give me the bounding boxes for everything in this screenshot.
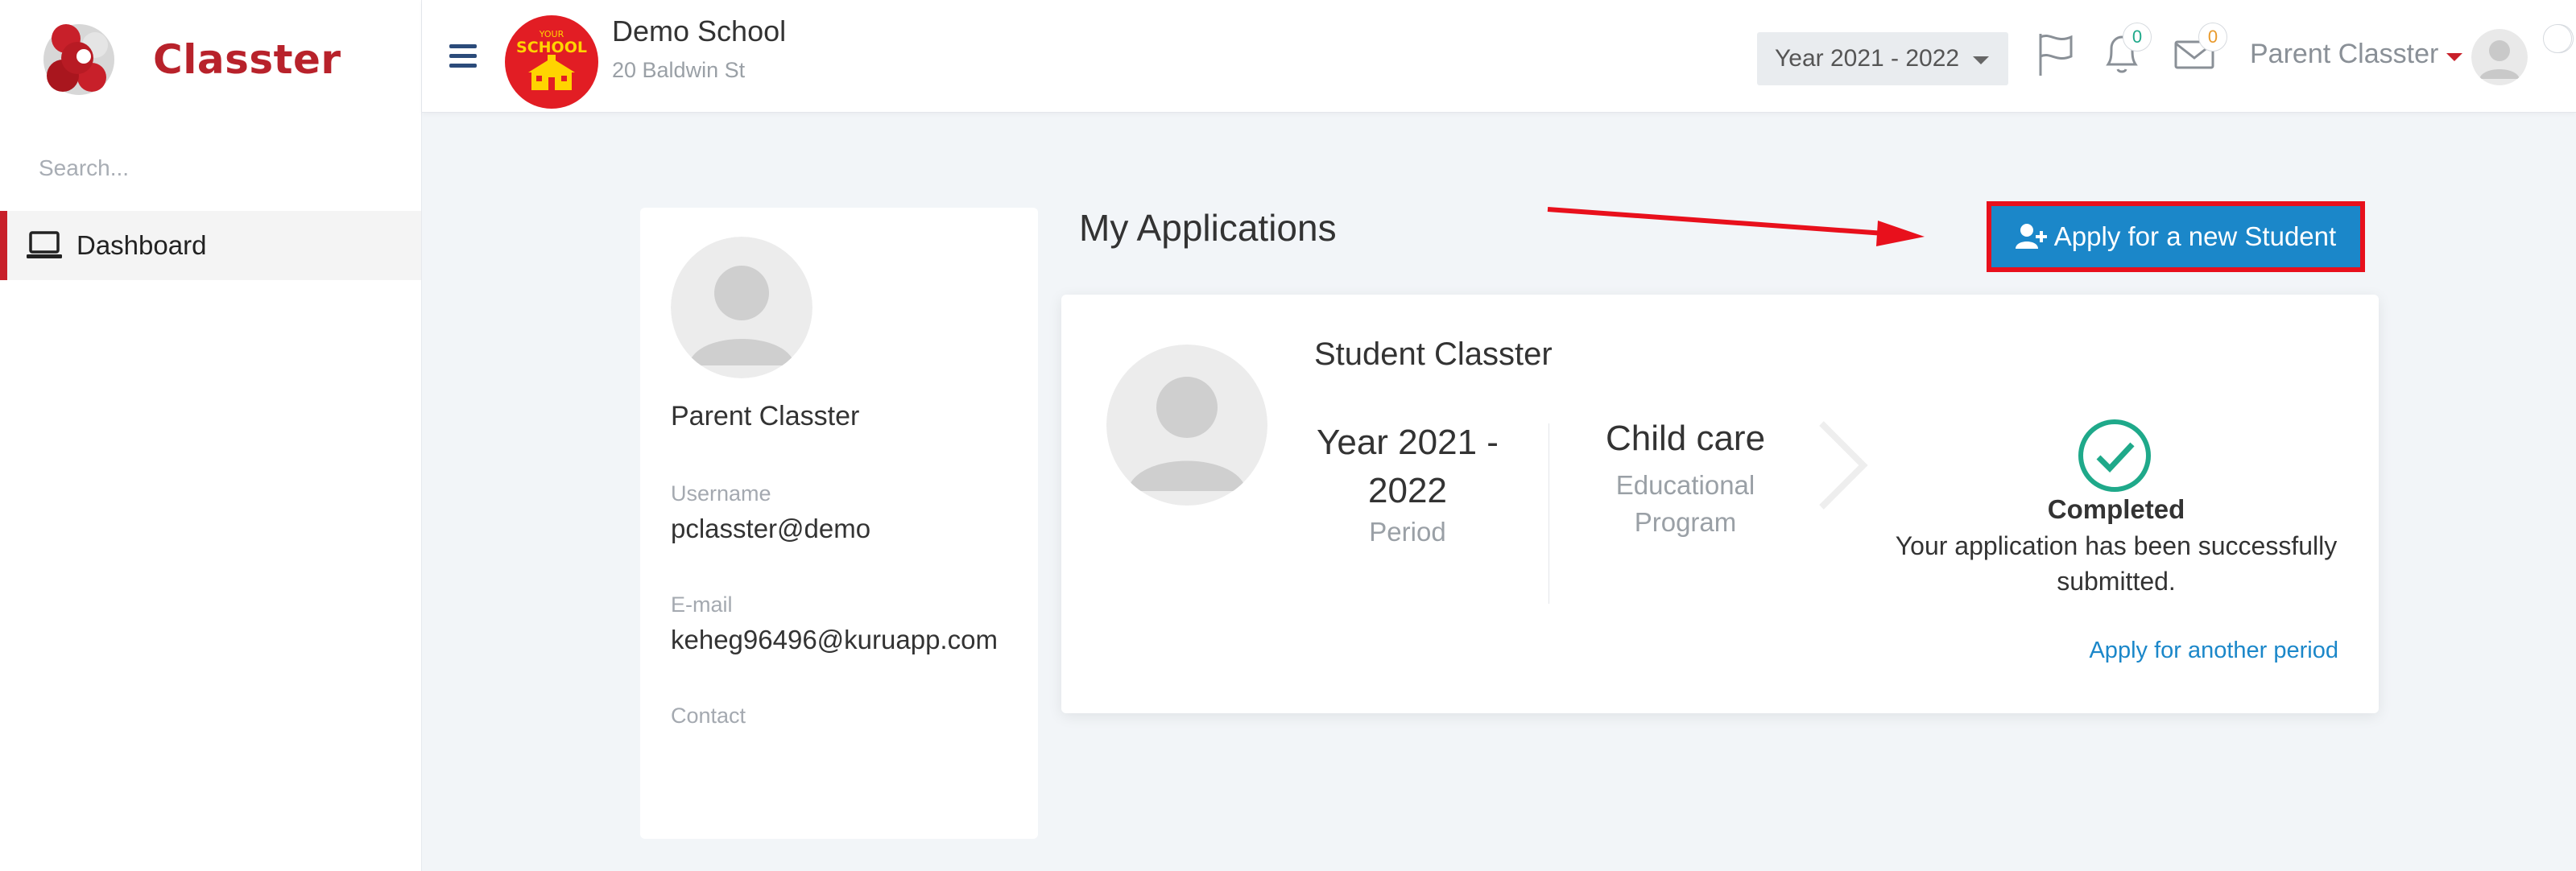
profile-avatar [671, 237, 812, 378]
period-label: Period [1369, 517, 1446, 547]
profile-name: Parent Classter [671, 401, 860, 431]
status-title: Completed [2047, 494, 2185, 524]
caret-down-icon[interactable] [2446, 53, 2462, 61]
school-name[interactable]: Demo School [612, 14, 786, 48]
program-label: Educational Program [1615, 470, 1755, 537]
svg-text:SCHOOL: SCHOOL [516, 39, 587, 56]
student-name: Student Classter [1314, 336, 1553, 372]
email-value: keheg96496@kuruapp.com [671, 625, 998, 654]
year-selector-value: Year 2021 - 2022 [1775, 45, 1960, 72]
user-plus-icon [2015, 224, 2047, 249]
laptop-icon [27, 231, 62, 258]
student-avatar [1106, 345, 1267, 506]
flag-icon[interactable] [2031, 29, 2081, 79]
period-value: Year 2021 - 2022 [1317, 423, 1499, 510]
program-value: Child care [1605, 419, 1766, 458]
school-address: 20 Baldwin St [612, 58, 746, 82]
sidebar: Classter Dashboard [0, 0, 422, 871]
page-title: My Applications [1079, 207, 1337, 249]
user-menu[interactable]: Parent Classter [2250, 39, 2438, 70]
chevron-right-icon [1819, 421, 1868, 510]
application-card: Student Classter Year 2021 - 2022 Period… [1061, 295, 2379, 713]
sidebar-item-label: Dashboard [76, 230, 207, 260]
sidebar-item-dashboard[interactable]: Dashboard [0, 211, 421, 280]
app-name: Classter [153, 36, 341, 83]
status-message: Your application has been successfully s… [1895, 531, 2338, 596]
notifications-count-badge: 0 [2123, 23, 2152, 52]
caret-down-icon [1973, 56, 1989, 64]
contact-label: Contact [671, 704, 746, 728]
messages-count-badge: 0 [2198, 23, 2227, 52]
notifications-badge [2543, 24, 2572, 53]
menu-toggle-icon[interactable] [449, 44, 477, 68]
apply-another-period-link[interactable]: Apply for another period [2089, 638, 2338, 664]
year-selector[interactable]: Year 2021 - 2022 [1757, 32, 2008, 85]
apply-new-student-button[interactable]: Apply for a new Student [1987, 201, 2365, 272]
classter-logo-icon [43, 24, 114, 95]
username-label: Username [671, 481, 771, 506]
top-header: YOUR SCHOOL Demo School 20 Baldwin St Ye… [422, 0, 2576, 113]
divider [1548, 423, 1549, 604]
apply-button-label: Apply for a new Student [2053, 221, 2337, 251]
school-logo: YOUR SCHOOL [505, 15, 598, 109]
email-label: E-mail [671, 592, 733, 617]
profile-card: Parent Classter Username pclasster@demo … [640, 208, 1038, 839]
app-logo[interactable]: Classter [39, 18, 341, 101]
annotation-arrow [1547, 207, 1925, 246]
sidebar-search-input[interactable] [39, 150, 385, 187]
user-avatar[interactable] [2471, 29, 2528, 85]
check-circle-icon [2078, 419, 2151, 492]
username-value: pclasster@demo [671, 514, 871, 543]
